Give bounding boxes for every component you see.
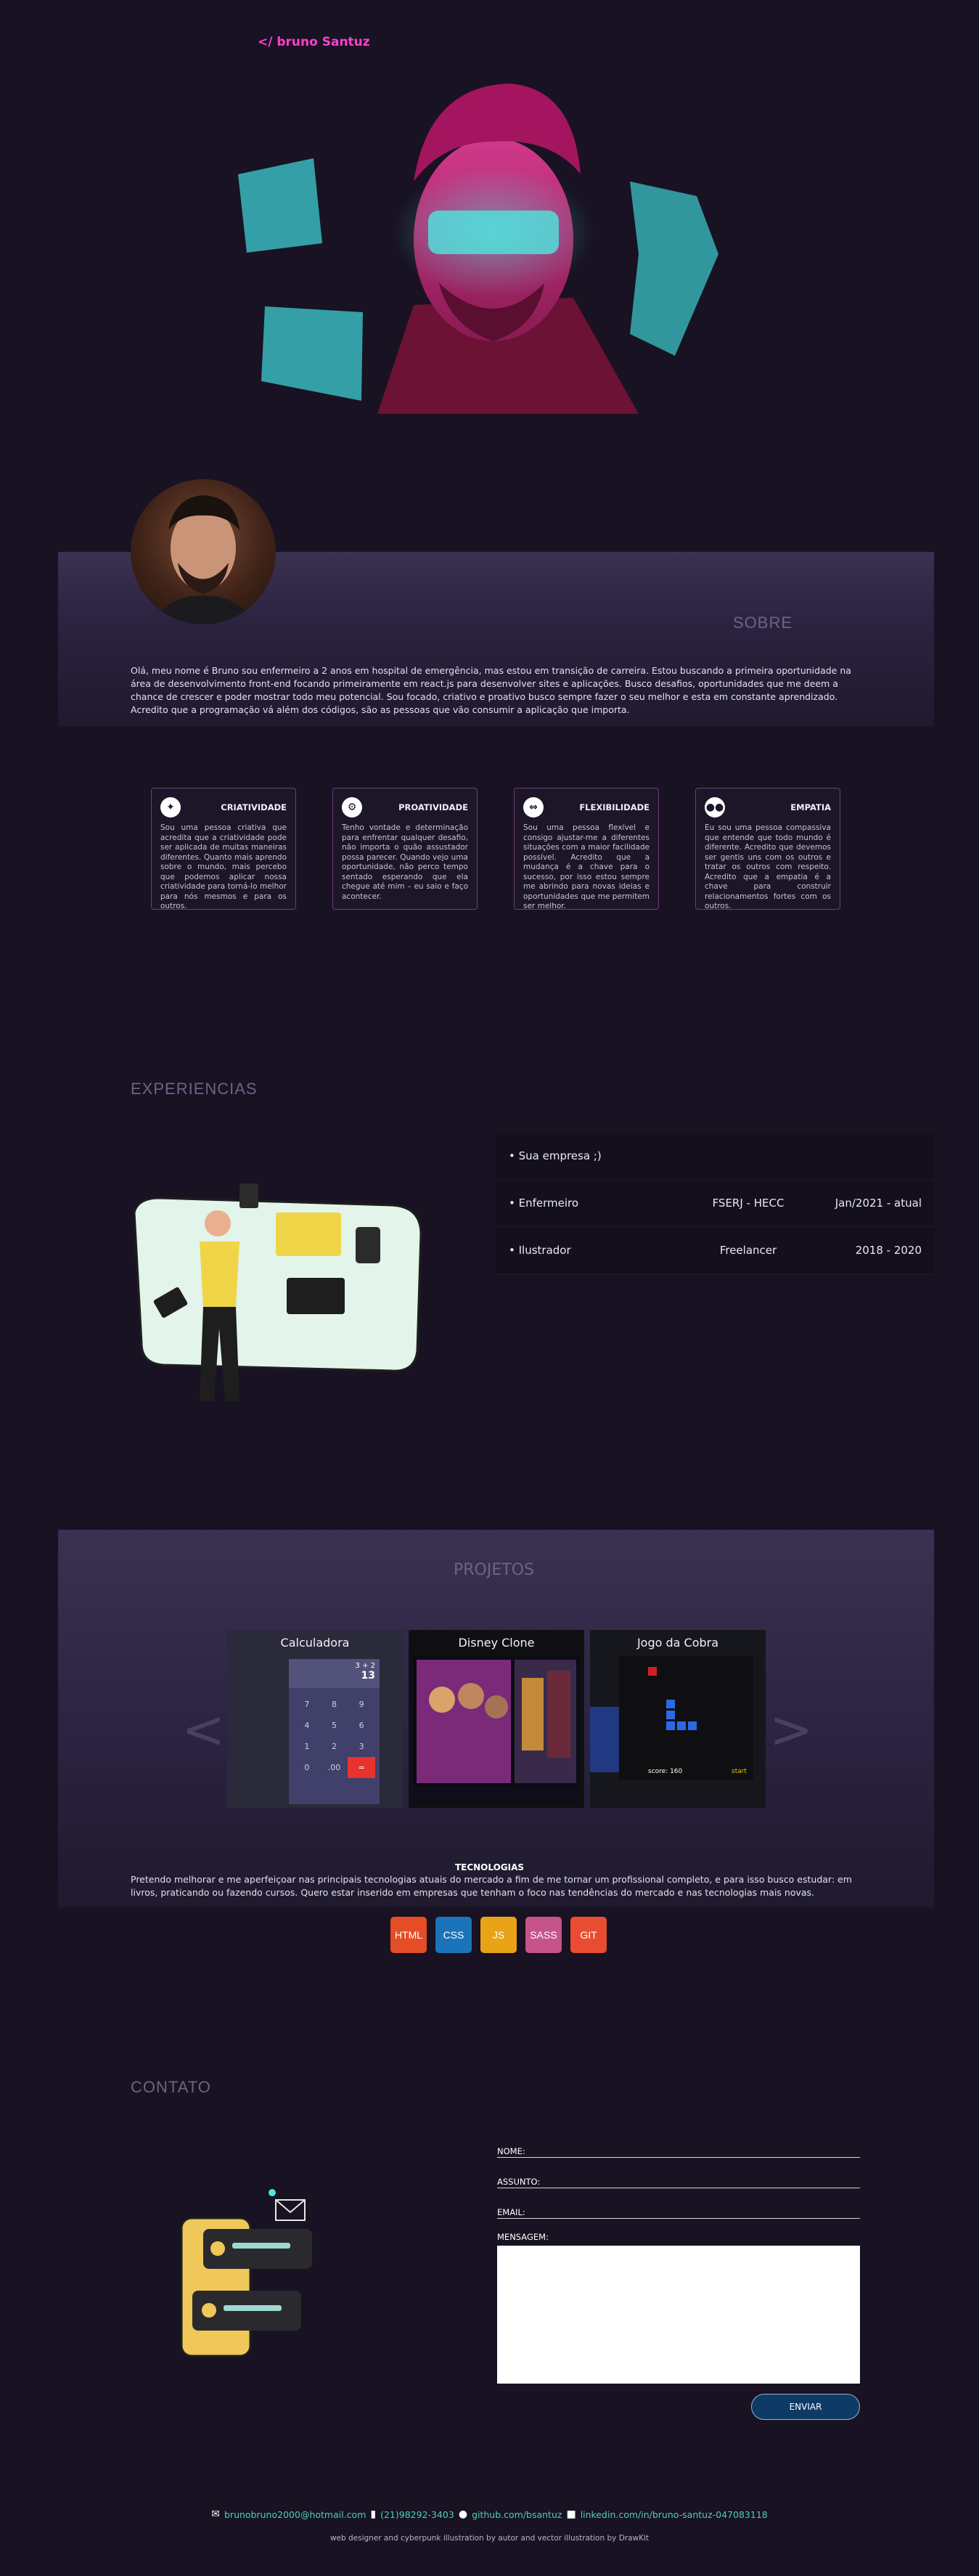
experiencias-illustration [133,1183,422,1401]
table-row: • Sua empresa ;) [496,1133,935,1180]
project-name: Jogo da Cobra [636,1636,719,1650]
calc-key: 9 [359,1700,364,1709]
css-badge: CSS [435,1917,472,1953]
card-title: CRIATIVIDADE [221,802,287,812]
html-badge: HTML [390,1917,427,1953]
project-card-jogo-da-cobra[interactable]: Jogo da Cobra score: 160 start [590,1630,766,1808]
js-badge: JS [480,1917,517,1953]
table-row: • Enfermeiro FSERJ - HECC Jan/2021 - atu… [496,1180,935,1227]
footer-email[interactable]: brunobruno2000@hotmail.com [224,2509,366,2520]
card-title: FLEXIBILIDADE [579,802,650,812]
tecnologias-title: TECNOLOGIAS [454,1862,525,1872]
github-icon: ● [458,2508,468,2520]
card-criatividade: ✦ CRIATIVIDADE Sou uma pessoa criativa q… [151,788,296,910]
carousel-prev-button[interactable]: < [181,1699,225,1760]
calc-key: 0 [304,1763,310,1772]
calc-key: = [348,1757,375,1778]
exp-company: Freelancer [719,1244,777,1257]
projetos-title: PROJETOS [454,1561,534,1579]
card-flexibilidade: ⇔ FLEXIBILIDADE Sou uma pessoa flexível … [514,788,659,910]
flex-icon: ⇔ [523,797,544,818]
linkedin-icon: ■ [566,2508,576,2520]
calc-key: 2 [331,1742,337,1751]
card-title: EMPATIA [790,802,831,812]
calc-key: 5 [331,1721,337,1730]
experiencias-table: • Sua empresa ;) • Enfermeiro FSERJ - HE… [496,1133,935,1274]
card-proatividade: ⚙ PROATIVIDADE Tenho vontade e determina… [332,788,478,910]
project-card-disney-clone[interactable]: Disney Clone [409,1630,584,1808]
mensagem-textarea[interactable] [497,2246,860,2384]
calc-key: 3 [359,1742,364,1751]
exp-role: • Enfermeiro [509,1197,579,1210]
carousel-next-button[interactable]: > [769,1699,813,1760]
exp-role: • Ilustrador [509,1244,571,1257]
card-text: Tenho vontade e determinação para enfren… [342,823,468,901]
tech-badges: HTML CSS JS SASS GIT [390,1917,607,1953]
phone-icon: ▮ [370,2508,377,2520]
calc-key: 4 [304,1721,310,1730]
assunto-label: ASSUNTO: [497,2177,541,2187]
footer-contacts: ✉ brunobruno2000@hotmail.com ▮ (21)98292… [0,2508,979,2520]
project-name: Disney Clone [458,1636,535,1650]
email-input[interactable] [497,2218,860,2219]
calc-key: 7 [304,1700,310,1709]
card-empatia: ●● EMPATIA Eu sou uma pessoa compassiva … [695,788,840,910]
enviar-button[interactable]: ENVIAR [751,2394,860,2420]
mail-icon: ✉ [211,2508,220,2520]
site-logo[interactable]: </ bruno Santuz [258,35,370,49]
exp-role: • Sua empresa ;) [509,1149,602,1162]
snake-start-button[interactable]: start [732,1768,747,1775]
calc-result: 13 [361,1670,375,1682]
tecnologias-text: Pretendo melhorar e me aperfeiçoar nas p… [131,1874,852,1898]
gears-icon: ⚙ [342,797,362,818]
table-row: • Ilustrador Freelancer 2018 - 2020 [496,1227,935,1274]
project-name: Calculadora [280,1636,350,1650]
sobre-title: SOBRE [733,614,793,632]
card-text: Sou uma pessoa criativa que acredita que… [160,823,287,910]
footer-github[interactable]: github.com/bsantuz [472,2509,562,2520]
sass-badge: SASS [525,1917,562,1953]
card-text: Sou uma pessoa flexível e consigo ajusta… [523,823,650,910]
contato-title: CONTATO [131,2078,211,2096]
calc-key: 6 [359,1721,364,1730]
footer-linkedin[interactable]: linkedin.com/in/bruno-santuz-047083118 [581,2509,768,2520]
profile-photo [131,479,276,624]
people-icon: ●● [705,797,725,818]
card-title: PROATIVIDADE [398,802,468,812]
mensagem-label: MENSAGEM: [497,2232,549,2242]
snake-score: score: 160 [648,1768,683,1775]
git-badge: GIT [570,1917,607,1953]
experiencias-title: EXPERIENCIAS [131,1080,258,1098]
footer-credits: web designer and cyberpunk illustration … [329,2534,650,2543]
exp-period: 2018 - 2020 [855,1244,922,1257]
card-text: Eu sou uma pessoa compassiva que entende… [705,823,831,910]
footer-phone[interactable]: (21)98292-3403 [380,2509,454,2520]
sobre-text: Olá, meu nome é Bruno sou enfermeiro a 2… [131,665,851,715]
lightbulb-icon: ✦ [160,797,181,818]
project-card-calculadora[interactable]: Calculadora 3 + 2 13 7 8 9 4 5 6 1 2 3 0… [227,1630,403,1808]
hero-cyberpunk-illustration [232,73,755,428]
calc-key: .00 [327,1763,341,1772]
exp-period: Jan/2021 - atual [835,1197,922,1210]
nome-input[interactable] [497,2157,860,2158]
email-label: EMAIL: [497,2207,525,2217]
contato-illustration [180,2189,312,2357]
nome-label: NOME: [497,2146,525,2156]
calc-key: 8 [331,1700,337,1709]
snake-game-board [590,1656,753,1780]
disney-poster [413,1656,580,1801]
calc-expression: 3 + 2 [355,1662,375,1670]
calc-key: 1 [304,1742,310,1751]
exp-company: FSERJ - HECC [712,1197,785,1210]
